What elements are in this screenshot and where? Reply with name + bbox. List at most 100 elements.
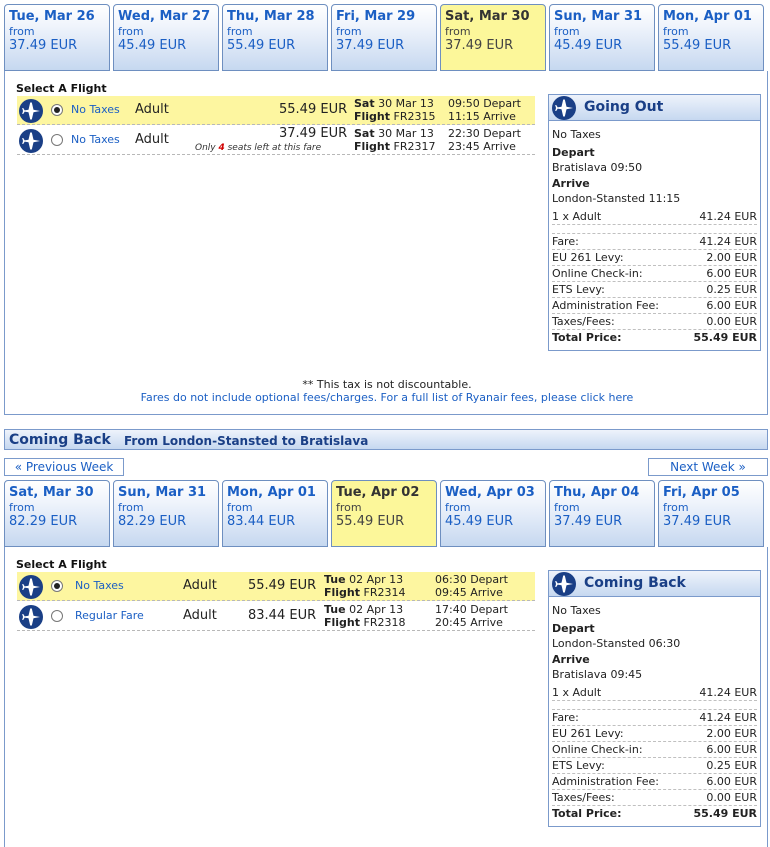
return-section-header: Coming Back From London-Stansted to Brat… <box>4 429 768 450</box>
date-label: Sun, Mar 31 <box>554 9 643 24</box>
depart-value: Bratislava 09:50 <box>552 161 643 174</box>
going-out-summary: Going Out No Taxes Depart Bratislava 09:… <box>548 94 761 351</box>
fare-radio[interactable] <box>51 610 63 622</box>
from-label: from <box>9 501 35 514</box>
flight-date: Tue 02 Apr 13 <box>324 573 404 586</box>
summary-title: Coming Back <box>584 575 686 591</box>
date-label: Fri, Apr 05 <box>663 485 740 500</box>
depart-time: 09:50 Depart <box>448 97 521 110</box>
inbound-date-bar: Sat, Mar 30 from 82.29 EUR Sun, Mar 31 from… <box>4 480 768 548</box>
passenger-type: Adult <box>135 102 169 117</box>
flight-row[interactable]: Regular Fare Adult 83.44 EUR Tue 02 Apr … <box>17 602 535 631</box>
levy-row: EU 261 Levy: 2.00 EUR <box>552 727 757 742</box>
coming-back-summary: Coming Back No Taxes Depart London-Stans… <box>548 570 761 827</box>
date-tab[interactable]: Sun, Mar 31 from 45.49 EUR <box>549 4 655 71</box>
ets-row: ETS Levy: 0.25 EUR <box>552 759 757 774</box>
checkin-row: Online Check-in: 6.00 EUR <box>552 267 757 282</box>
flight-number: Flight FR2315 <box>354 110 436 123</box>
date-price: 45.49 EUR <box>445 514 514 529</box>
arrive-time: 23:45 Arrive <box>448 140 516 153</box>
airplane-icon <box>19 129 43 153</box>
summary-title: Going Out <box>584 99 664 115</box>
from-label: from <box>554 501 580 514</box>
date-tab[interactable]: Thu, Mar 28 from 55.49 EUR <box>222 4 328 71</box>
date-price: 82.29 EUR <box>118 514 187 529</box>
taxes-row: Taxes/Fees: 0.00 EUR <box>552 791 757 806</box>
date-price: 37.49 EUR <box>9 38 78 53</box>
flight-row[interactable]: No Taxes Adult 55.49 EUR Tue 02 Apr 13 F… <box>17 572 535 601</box>
from-label: from <box>118 501 144 514</box>
airplane-icon <box>552 96 576 120</box>
date-label: Thu, Apr 04 <box>554 485 640 500</box>
flight-date: Sat 30 Mar 13 <box>354 127 434 140</box>
summary-header: Going Out <box>549 95 760 121</box>
from-label: from <box>336 501 362 514</box>
date-label: Sat, Mar 30 <box>9 485 94 500</box>
date-tab[interactable]: Fri, Mar 29 from 37.49 EUR <box>331 4 437 71</box>
fare-name: Regular Fare <box>75 609 144 622</box>
date-label: Sun, Mar 31 <box>118 485 207 500</box>
date-label: Mon, Apr 01 <box>227 485 316 500</box>
from-label: from <box>663 501 689 514</box>
next-week-button[interactable]: Next Week » <box>648 458 768 476</box>
date-tab[interactable]: Mon, Apr 01 from 55.49 EUR <box>658 4 764 71</box>
depart-time: 17:40 Depart <box>435 603 508 616</box>
admin-fee-row: Administration Fee: 6.00 EUR <box>552 299 757 314</box>
date-label: Wed, Mar 27 <box>118 9 211 24</box>
taxes-row: Taxes/Fees: 0.00 EUR <box>552 315 757 330</box>
arrive-time: 11:15 Arrive <box>448 110 516 123</box>
fare-type: No Taxes <box>552 604 601 617</box>
flight-price: 83.44 EUR <box>248 608 317 623</box>
outbound-date-bar: Tue, Mar 26 from 37.49 EUR Wed, Mar 27 from… <box>4 4 768 72</box>
airplane-icon <box>19 575 43 599</box>
fare-name: No Taxes <box>75 579 124 592</box>
flight-date: Tue 02 Apr 13 <box>324 603 404 616</box>
previous-week-button[interactable]: « Previous Week <box>4 458 124 476</box>
arrive-time: 20:45 Arrive <box>435 616 503 629</box>
select-flight-heading: Select A Flight <box>16 82 107 95</box>
from-label: from <box>445 501 471 514</box>
date-tab[interactable]: Wed, Apr 03 from 45.49 EUR <box>440 480 546 547</box>
levy-row: EU 261 Levy: 2.00 EUR <box>552 251 757 266</box>
date-price: 37.49 EUR <box>336 38 405 53</box>
flight-row[interactable]: No Taxes Adult 37.49 EUR Only 4 seats le… <box>17 126 535 155</box>
date-label: Thu, Mar 28 <box>227 9 315 24</box>
passenger-line: 1 x Adult 41.24 EUR <box>552 686 757 701</box>
arrive-label: Arrive <box>552 177 590 190</box>
date-price: 55.49 EUR <box>227 38 296 53</box>
depart-time: 22:30 Depart <box>448 127 521 140</box>
date-price: 45.49 EUR <box>554 38 623 53</box>
date-tab[interactable]: Tue, Mar 26 from 37.49 EUR <box>4 4 110 71</box>
date-tab[interactable]: Fri, Apr 05 from 37.49 EUR <box>658 480 764 547</box>
from-label: from <box>445 25 471 38</box>
seats-left-note: Only 4 seats left at this fare <box>195 143 322 153</box>
fare-radio[interactable] <box>51 580 63 592</box>
outbound-flights-panel: Select A Flight No Taxes Adult 55.49 EUR… <box>4 71 768 415</box>
date-tab[interactable]: Sat, Mar 30 from 82.29 EUR <box>4 480 110 547</box>
depart-label: Depart <box>552 146 595 159</box>
date-label: Tue, Apr 02 <box>336 485 420 500</box>
return-title: Coming Back <box>9 432 111 448</box>
from-label: from <box>118 25 144 38</box>
fare-radio[interactable] <box>51 134 63 146</box>
fare-name: No Taxes <box>71 103 120 116</box>
airplane-icon <box>19 605 43 629</box>
depart-time: 06:30 Depart <box>435 573 508 586</box>
fees-link[interactable]: Fares do not include optional fees/charg… <box>5 391 769 404</box>
date-tab[interactable]: Mon, Apr 01 from 83.44 EUR <box>222 480 328 547</box>
arrive-value: London-Stansted 11:15 <box>552 192 681 205</box>
fare-radio[interactable] <box>51 104 63 116</box>
date-price: 37.49 EUR <box>445 38 514 53</box>
depart-label: Depart <box>552 622 595 635</box>
date-tab[interactable]: Wed, Mar 27 from 45.49 EUR <box>113 4 219 71</box>
total-price-row: Total Price: 55.49 EUR <box>552 331 757 344</box>
date-tab[interactable]: Thu, Apr 04 from 37.49 EUR <box>549 480 655 547</box>
from-label: from <box>663 25 689 38</box>
date-tab-selected[interactable]: Sat, Mar 30 from 37.49 EUR <box>440 4 546 71</box>
date-tab[interactable]: Sun, Mar 31 from 82.29 EUR <box>113 480 219 547</box>
passenger-type: Adult <box>183 578 217 593</box>
passenger-type: Adult <box>135 132 169 147</box>
from-label: from <box>227 25 253 38</box>
flight-row[interactable]: No Taxes Adult 55.49 EUR Sat 30 Mar 13 F… <box>17 96 535 125</box>
date-tab-selected[interactable]: Tue, Apr 02 from 55.49 EUR <box>331 480 437 547</box>
